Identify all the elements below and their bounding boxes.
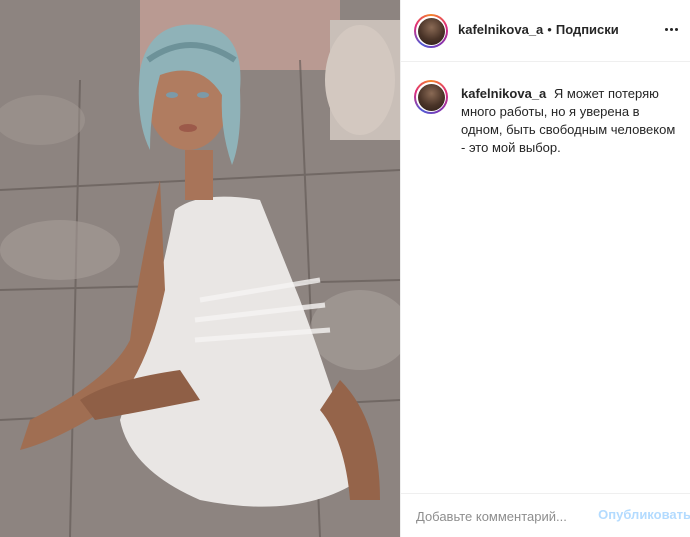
publish-button[interactable]: Опубликовать: [598, 507, 690, 522]
follow-status-button[interactable]: Подписки: [556, 22, 619, 37]
add-comment-bar: Опубликовать: [401, 493, 690, 537]
header-username-link[interactable]: kafelnikova_a: [458, 22, 543, 37]
avatar-border: [416, 16, 446, 46]
separator-dot: •: [547, 22, 552, 37]
more-options-icon[interactable]: [661, 19, 681, 39]
more-dot-3: [674, 27, 678, 31]
post-photo-illustration: [0, 0, 400, 537]
post-header: kafelnikova_a • Подписки: [401, 0, 690, 62]
caption-avatar-image: [417, 83, 445, 111]
caption-username-link[interactable]: kafelnikova_a: [461, 86, 546, 101]
comment-input[interactable]: [416, 506, 606, 526]
caption-avatar-border: [416, 82, 446, 112]
header-text: kafelnikova_a • Подписки: [458, 22, 619, 37]
more-dot-2: [669, 27, 673, 31]
post-image[interactable]: [0, 0, 400, 537]
avatar[interactable]: [414, 14, 448, 48]
more-dot-1: [664, 27, 668, 31]
avatar-image: [417, 17, 445, 45]
post-side-panel: kafelnikova_a • Подписки kafelnikova_a Я м…: [400, 0, 690, 537]
caption-avatar[interactable]: [414, 80, 448, 114]
caption: kafelnikova_a Я может потеряю много рабо…: [461, 85, 676, 157]
